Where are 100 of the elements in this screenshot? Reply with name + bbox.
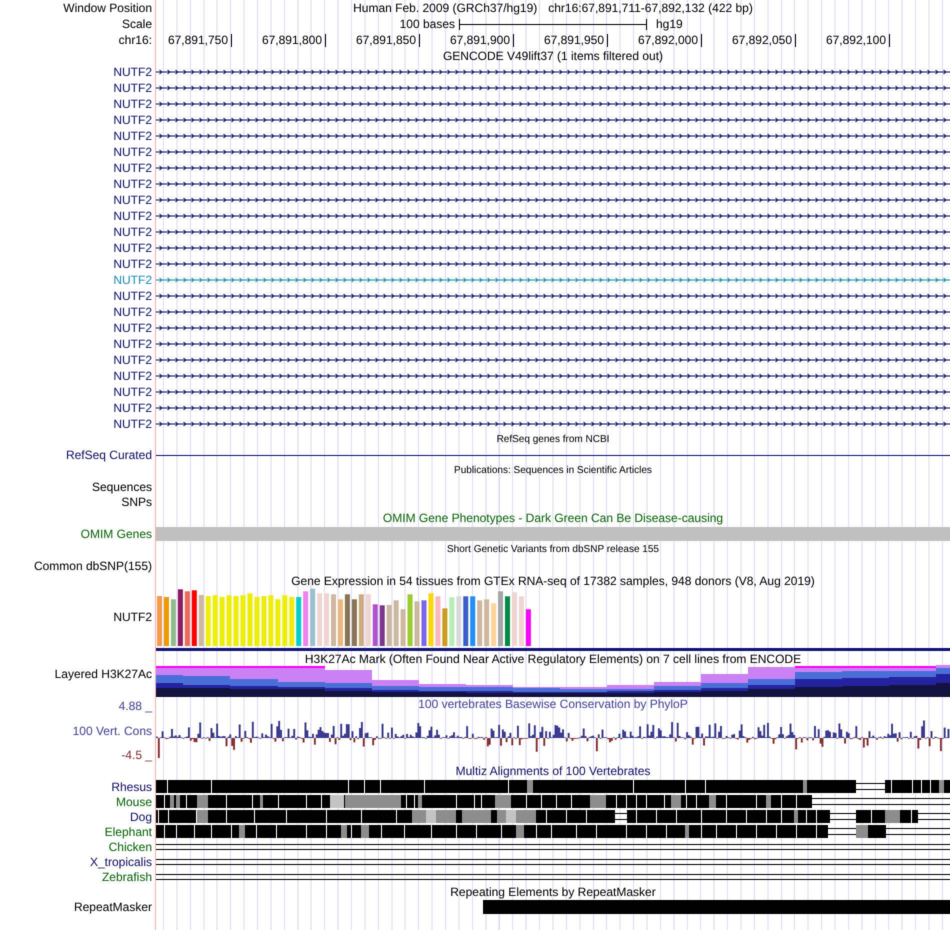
track-title: Publications: Sequences in Scientific Articles [454, 464, 652, 478]
expression-bar [275, 599, 280, 646]
track-label: RepeatMasker [74, 900, 152, 914]
transcript-line[interactable] [156, 326, 950, 330]
gene-label[interactable]: NUTF2 [113, 353, 152, 367]
gene-label[interactable]: NUTF2 [113, 177, 152, 191]
transcript-line[interactable] [156, 150, 950, 154]
expression-bar [470, 596, 476, 646]
expression-bar [491, 603, 496, 646]
ruler-tick [607, 34, 608, 46]
expression-bar [518, 596, 524, 646]
expression-bar [366, 594, 371, 646]
transcript-line[interactable] [156, 422, 950, 426]
gene-label[interactable]: NUTF2 [113, 209, 152, 223]
transcript-line[interactable] [156, 198, 950, 202]
expression-bar [212, 595, 218, 646]
expression-bar [303, 591, 308, 646]
expression-bar [394, 600, 399, 646]
gene-label[interactable]: NUTF2 [113, 305, 152, 319]
expression-bar [192, 590, 197, 646]
transcript-line[interactable] [156, 294, 950, 298]
expression-bar [428, 593, 434, 646]
gene-label[interactable]: NUTF2 [113, 257, 152, 271]
gene-label[interactable]: NUTF2 [113, 369, 152, 383]
track-title: Repeating Elements by RepeatMasker [450, 884, 656, 898]
gene-label[interactable]: NUTF2 [113, 113, 152, 127]
expression-bar [226, 595, 232, 646]
species-label: Rhesus [111, 780, 152, 794]
track-title: RefSeq genes from NCBI [496, 432, 610, 446]
row-label: chr16: [118, 33, 152, 47]
gene-label[interactable]: NUTF2 [113, 321, 152, 335]
gene-label[interactable]: NUTF2 [113, 289, 152, 303]
gene-label[interactable]: NUTF2 [113, 337, 152, 351]
gene-label[interactable]: NUTF2 [113, 417, 152, 431]
transcript-line[interactable] [156, 246, 950, 250]
expression-bar [184, 591, 190, 646]
track-label: Layered H3K27Ac [54, 667, 152, 681]
track-label: Common dbSNP(155) [34, 558, 152, 572]
expression-bar [338, 599, 343, 646]
gene-label[interactable]: NUTF2 [113, 241, 152, 255]
track-title: OMIM Gene Phenotypes - Dark Green Can Be Disease-causing [382, 510, 724, 524]
ruler-tick [701, 34, 702, 46]
expression-bar [282, 595, 288, 646]
transcript-line[interactable] [156, 214, 950, 218]
expression-bar [449, 597, 454, 646]
track-label: 100 Vert. Cons [72, 724, 152, 738]
expression-bar [386, 605, 392, 646]
expression-bar [178, 589, 183, 646]
gene-label[interactable]: NUTF2 [113, 161, 152, 175]
ruler-position: 67,891,900 [450, 33, 510, 47]
expression-bar [170, 599, 176, 646]
row-label: Scale [122, 17, 152, 31]
transcript-line[interactable] [156, 358, 950, 362]
expression-bar [157, 596, 162, 646]
transcript-line[interactable] [156, 390, 950, 394]
gene-label[interactable]: NUTF2 [113, 401, 152, 415]
gene-label[interactable]: NUTF2 [113, 385, 152, 399]
expression-bar [505, 596, 510, 646]
expression-bar [498, 591, 504, 646]
expression-bar [344, 594, 350, 646]
gene-label[interactable]: NUTF2 [113, 81, 152, 95]
track-title: H3K27Ac Mark (Often Found Near Active Regulatory Elements) on 7 cell lines from ENCODE [304, 652, 802, 666]
gene-label[interactable]: NUTF2 [113, 65, 152, 79]
transcript-line[interactable] [156, 134, 950, 138]
gene-label[interactable]: NUTF2 [113, 145, 152, 159]
transcript-line[interactable] [156, 342, 950, 346]
row-label: Window Position [63, 1, 152, 15]
expression-bar [220, 597, 225, 646]
gene-label[interactable]: NUTF2 [113, 193, 152, 207]
ruler-tick [889, 34, 890, 46]
track-title: GENCODE V49lift37 (1 items filtered out) [442, 49, 664, 63]
gene-label[interactable]: NUTF2 [113, 273, 152, 287]
transcript-line[interactable] [156, 374, 950, 378]
ruler-tick [419, 34, 420, 46]
transcript-line[interactable] [156, 102, 950, 106]
track-title: Short Genetic Variants from dbSNP release 155 [447, 543, 659, 557]
transcript-line[interactable] [156, 230, 950, 234]
expression-bar [463, 596, 468, 646]
transcript-line[interactable] [156, 310, 950, 314]
transcript-line[interactable] [156, 70, 950, 74]
transcript-line[interactable] [156, 118, 950, 122]
transcript-line[interactable] [156, 86, 950, 90]
gene-label[interactable]: NUTF2 [113, 97, 152, 111]
species-label: Mouse [116, 794, 152, 808]
expression-bar [435, 596, 440, 646]
ruler-position: 67,892,050 [732, 33, 792, 47]
position-text: chr16:67,891,711-67,892,132 (422 bp) [548, 1, 753, 15]
gene-label[interactable]: NUTF2 [113, 225, 152, 239]
transcript-line[interactable] [156, 182, 950, 186]
transcript-line[interactable] [156, 406, 950, 410]
transcript-line[interactable] [156, 262, 950, 266]
gene-label[interactable]: NUTF2 [113, 129, 152, 143]
track-label: OMIM Genes [80, 527, 152, 541]
expression-bar [408, 594, 413, 646]
species-label: X_tropicalis [90, 854, 152, 868]
expression-bar [400, 609, 406, 646]
transcript-line[interactable] [156, 166, 950, 170]
expression-bar [477, 600, 482, 646]
assembly-label: hg19 [656, 17, 683, 31]
track-title: Gene Expression in 54 tissues from GTEx RNA-seq of 17382 samples, 948 donors (V8, Aug 2019) [291, 574, 815, 588]
